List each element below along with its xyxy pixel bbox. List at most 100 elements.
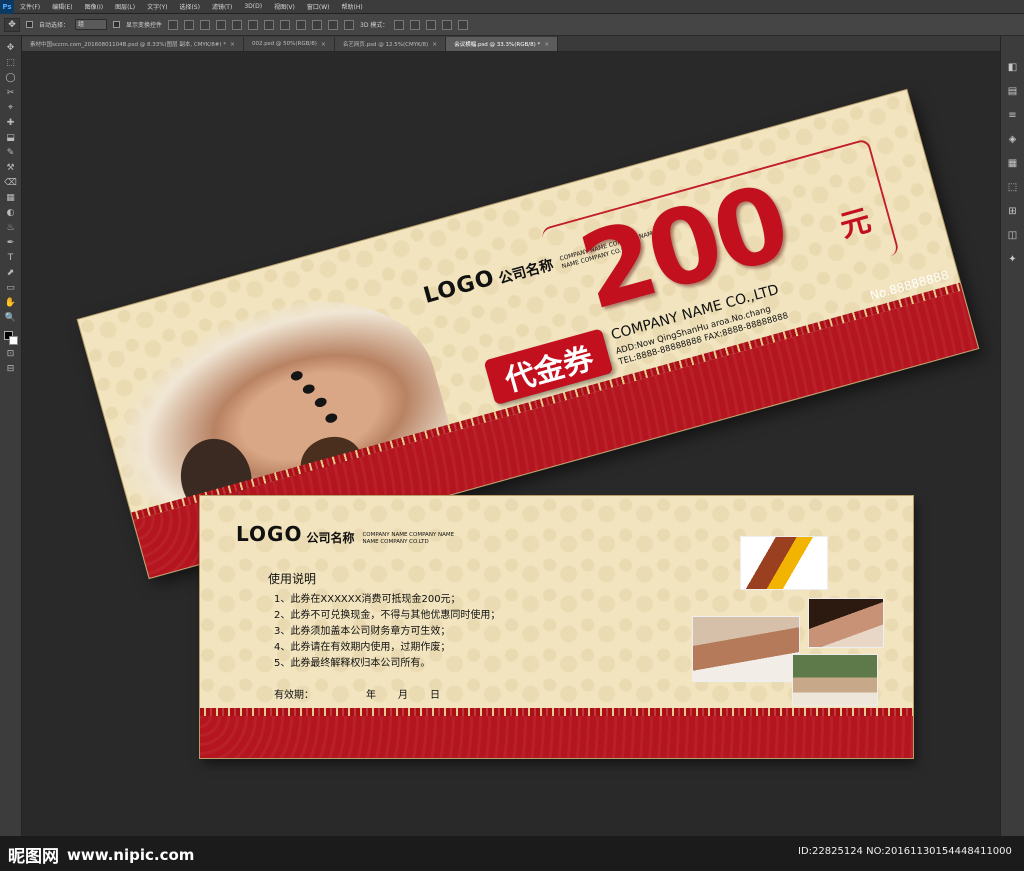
gradient-tool-icon[interactable]: ▦ [4,192,18,204]
hand-tool-icon[interactable]: ✋ [4,297,18,309]
eraser-tool-icon[interactable]: ⌫ [4,177,18,189]
fret-border [200,708,913,716]
hot-stone [289,369,304,382]
align-center-icon[interactable] [232,19,243,30]
quick-mask-icon[interactable]: ⊡ [4,348,18,360]
oil-massage-photo [808,598,884,648]
logo-text: LOGO [420,265,498,309]
doc-tab-2[interactable]: 002.psd @ 50%(RGB/8) × [244,37,335,51]
align-bottom-icon[interactable] [200,19,211,30]
background-color-swatch[interactable] [8,336,18,345]
distribute-middle-icon[interactable] [280,19,291,30]
menu-layer[interactable]: 图层(L) [109,2,141,11]
eyedropper-tool-icon[interactable]: ⌖ [4,102,18,114]
menu-type[interactable]: 文字(Y) [141,2,173,11]
history-brush-tool-icon[interactable]: ⚒ [4,162,18,174]
distribute-top-icon[interactable] [264,19,275,30]
menu-bar: Ps 文件(F) 编辑(E) 图像(I) 图层(L) 文字(Y) 选择(S) 滤… [0,0,1024,14]
doc-tab-label: 会议横幅.psd @ 33.3%(RGB/8) * [454,42,541,48]
layers-panel-icon[interactable]: ⬚ [1006,180,1020,194]
align-right-icon[interactable] [248,19,259,30]
hot-stone [301,383,316,396]
company-subtitle: COMPANY NAME COMPANY NAME NAME COMPANY C… [362,532,454,546]
3d-roll-icon[interactable] [410,19,421,30]
healing-tool-icon[interactable]: ✚ [4,117,18,129]
align-middle-icon[interactable] [184,19,195,30]
validity-year: 年 [366,690,376,701]
3d-slide-icon[interactable] [442,19,453,30]
auto-select-checkbox[interactable] [26,21,33,28]
path-selection-tool-icon[interactable]: ⬈ [4,267,18,279]
logo-text: LOGO [236,522,303,546]
paragraph-panel-icon[interactable]: ≡ [1006,108,1020,122]
3d-drag-icon[interactable] [426,19,437,30]
menu-image[interactable]: 图像(I) [79,2,109,11]
menu-window[interactable]: 窗口(W) [301,2,336,11]
doc-tab-1[interactable]: 素材中国sccnn.com_20160801104B.psd @ 8.33%(图… [22,37,245,51]
menu-filter[interactable]: 滤镜(T) [206,2,238,11]
type-tool-icon[interactable]: T [4,252,18,264]
screen-mode-icon[interactable]: ⊟ [4,363,18,375]
menu-edit[interactable]: 编辑(E) [46,2,78,11]
close-icon[interactable]: × [432,41,437,48]
paths-panel-icon[interactable]: ◫ [1006,228,1020,242]
close-icon[interactable]: × [230,41,235,48]
rule-item: 4、此券请在有效期内使用，过期作废； [274,642,451,653]
pen-tool-icon[interactable]: ✒ [4,237,18,249]
back-logo: LOGO 公司名称 COMPANY NAME COMPANY NAME NAME… [236,522,454,546]
marquee-tool-icon[interactable]: ⬚ [4,57,18,69]
watermark-site-name: 昵图网 [8,847,59,867]
menu-select[interactable]: 选择(S) [173,2,206,11]
clone-stamp-tool-icon[interactable]: ✎ [4,147,18,159]
3d-rotate-icon[interactable] [394,19,405,30]
panel-strip: ◧ ▤ ≡ ◈ ▦ ⬚ ⊞ ◫ ✦ [1000,36,1024,836]
rule-item: 5、此券最终解释权归本公司所有。 [274,658,431,669]
doc-tab-label: 002.psd @ 50%(RGB/8) [252,41,317,47]
company-sub-line-2: NAME COMPANY CO.LTD [362,539,429,545]
zoom-tool-icon[interactable]: 🔍 [4,312,18,324]
adjustments-panel-icon[interactable]: ◈ [1006,132,1020,146]
brush-tool-icon[interactable]: ⬓ [4,132,18,144]
close-icon[interactable]: × [321,41,326,48]
styles-panel-icon[interactable]: ✦ [1006,252,1020,266]
distribute-center-icon[interactable] [328,19,339,30]
history-panel-icon[interactable]: ◧ [1006,60,1020,74]
validity-line: 有效期： 年 月 日 [274,686,440,701]
swatches-panel-icon[interactable]: ▦ [1006,156,1020,170]
menu-file[interactable]: 文件(F) [14,2,46,11]
channels-panel-icon[interactable]: ⊞ [1006,204,1020,218]
essential-oil-photo [740,536,828,590]
move-tool-icon[interactable]: ✥ [4,17,20,32]
dodge-tool-icon[interactable]: ♨ [4,222,18,234]
distribute-bottom-icon[interactable] [296,19,307,30]
rectangle-tool-icon[interactable]: ▭ [4,282,18,294]
voucher-back: LOGO 公司名称 COMPANY NAME COMPANY NAME NAME… [200,496,913,758]
auto-select-dropdown[interactable]: 组 [75,19,108,30]
validity-month: 月 [398,690,408,701]
lasso-tool-icon[interactable]: ◯ [4,72,18,84]
company-name-cn: 公司名称 [306,531,355,545]
photoshop-logo-icon[interactable]: Ps [0,0,14,14]
properties-panel-icon[interactable]: ▤ [1006,84,1020,98]
blur-tool-icon[interactable]: ◐ [4,207,18,219]
doc-tab-3[interactable]: 名艺网页.psd @ 12.5%(CMYK/8) × [334,37,447,51]
validity-label: 有效期： [274,690,314,701]
close-icon[interactable]: × [544,41,549,48]
color-swatches[interactable] [3,331,18,345]
distribute-left-icon[interactable] [312,19,323,30]
menu-view[interactable]: 视图(V) [268,2,301,11]
watermark-id: ID:22825124 NO:20161130154448411000 [798,846,1012,857]
distribute-right-icon[interactable] [344,19,355,30]
company-name-cn: 公司名称 [497,257,556,288]
doc-tab-4[interactable]: 会议横幅.psd @ 33.3%(RGB/8) * × [446,37,559,51]
menu-3d[interactable]: 3D(D) [238,3,268,10]
validity-day: 日 [430,690,440,701]
menu-help[interactable]: 帮助(H) [336,2,369,11]
3d-scale-icon[interactable] [458,19,469,30]
show-transform-checkbox[interactable] [113,21,121,28]
align-left-icon[interactable] [216,19,227,30]
crop-tool-icon[interactable]: ✂ [4,87,18,99]
move-tool-icon[interactable]: ✥ [4,42,18,54]
rule-item: 1、此券在XXXXXX消费可抵现金200元； [274,594,461,605]
align-top-icon[interactable] [168,19,179,30]
